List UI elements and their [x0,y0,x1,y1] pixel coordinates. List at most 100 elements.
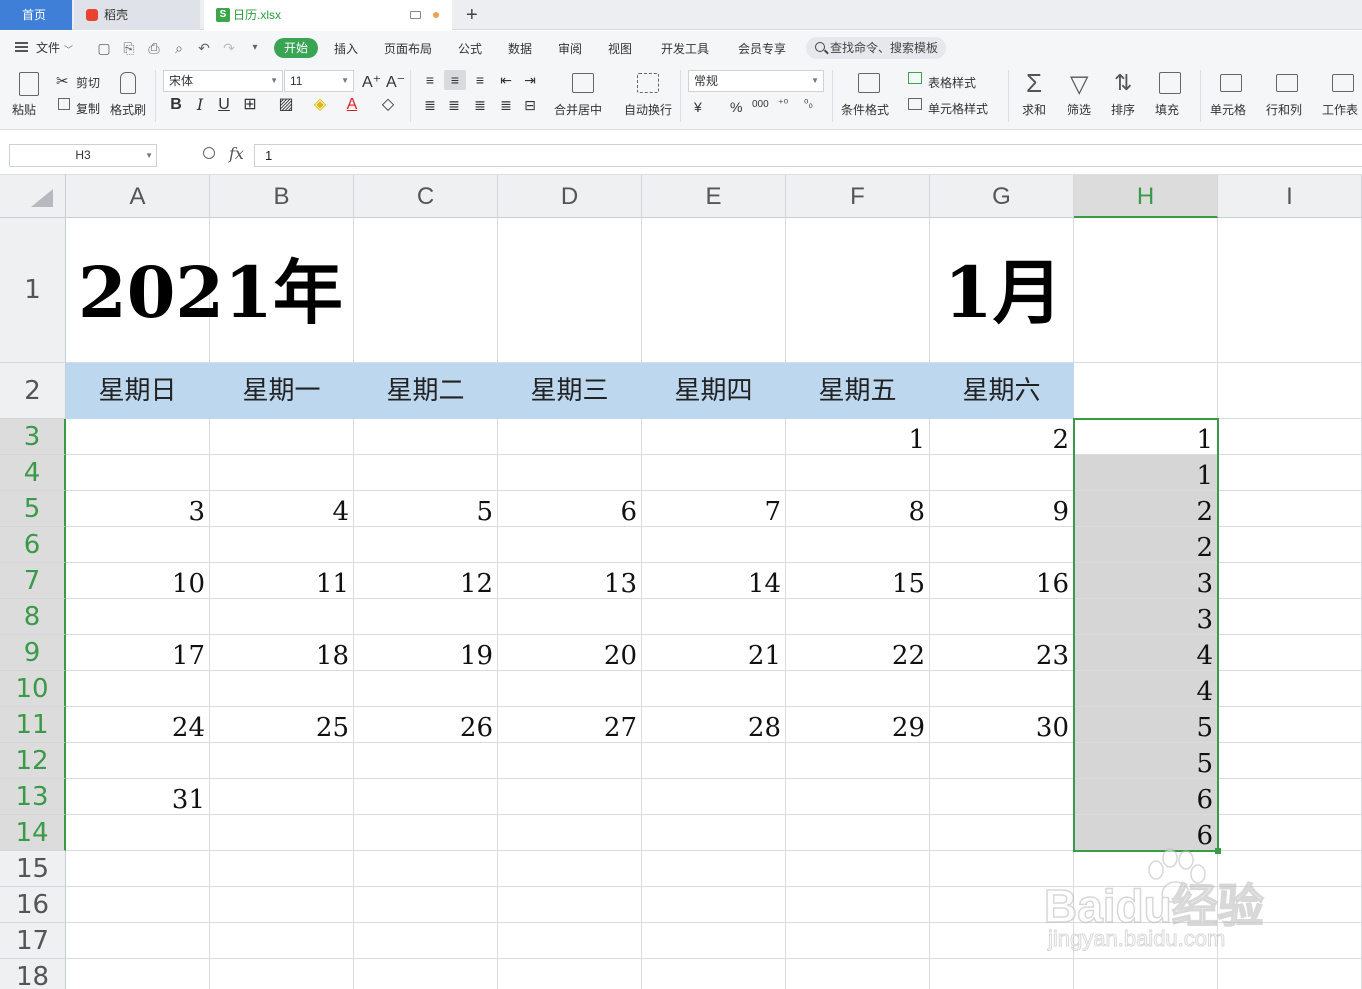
cell-b12[interactable] [210,743,354,779]
cell-h9-value[interactable]: 4 [1074,635,1218,671]
redo-icon[interactable]: ↷ [221,40,237,56]
row-header-15[interactable]: 15 [0,851,66,887]
sum-icon[interactable]: Σ [1026,68,1042,99]
column-header-e[interactable]: E [642,175,786,218]
cell-c14[interactable] [354,815,498,851]
cell-g14[interactable] [930,815,1074,851]
menu-page-layout[interactable]: 页面布局 [384,40,432,58]
row-header-14[interactable]: 14 [0,815,66,851]
day-12[interactable]: 12 [354,563,498,599]
cell-b18[interactable] [210,959,354,989]
tab-calendar-file[interactable]: S 日历.xlsx [204,0,452,30]
cell-d14[interactable] [498,815,642,851]
row-header-6[interactable]: 6 [0,527,66,563]
insert-function-button[interactable]: fx [229,144,244,163]
worksheet-icon[interactable] [1332,74,1354,92]
cell-style-button[interactable]: 单元格样式 [928,100,988,117]
cell-i8[interactable] [1218,599,1362,635]
undo-icon[interactable]: ↶ [196,40,212,56]
cell-f16[interactable] [786,887,930,923]
decrease-decimal-icon[interactable]: ⁰₀ [804,97,813,110]
cell-h3-value[interactable]: 1 [1074,419,1218,455]
font-color-icon[interactable]: A [342,95,362,115]
cell-i5[interactable] [1218,491,1362,527]
cell-i2[interactable] [1218,363,1362,419]
cell-c12[interactable] [354,743,498,779]
italic-button[interactable]: I [190,95,210,115]
align-middle-icon[interactable]: ≡ [444,70,466,90]
cell-i7[interactable] [1218,563,1362,599]
column-header-b[interactable]: B [210,175,354,218]
filter-button[interactable]: 筛选 [1067,101,1091,118]
cell-h2[interactable] [1074,363,1218,419]
save-icon[interactable]: ▢ [96,40,112,56]
cell-f8[interactable] [786,599,930,635]
table-style-icon[interactable] [908,72,922,84]
cell-b17[interactable] [210,923,354,959]
new-tab-button[interactable]: + [466,2,478,28]
cell-e12[interactable] [642,743,786,779]
cell-a17[interactable] [66,923,210,959]
underline-button[interactable]: U [214,95,234,115]
cell-b10[interactable] [210,671,354,707]
increase-indent-icon[interactable]: ⇥ [520,70,540,90]
cell-d12[interactable] [498,743,642,779]
cell-e1[interactable] [642,218,786,363]
fill-color-icon[interactable]: ◈ [310,95,330,115]
cell-c10[interactable] [354,671,498,707]
menu-member[interactable]: 会员专享 [738,40,786,58]
export-icon[interactable]: ⎘ [121,40,137,56]
cell-i13[interactable] [1218,779,1362,815]
cell-g12[interactable] [930,743,1074,779]
cell-c6[interactable] [354,527,498,563]
paste-icon[interactable] [19,72,39,96]
cell-h13-value[interactable]: 6 [1074,779,1218,815]
cell-a15[interactable] [66,851,210,887]
cell-h7-value[interactable]: 3 [1074,563,1218,599]
menu-insert[interactable]: 插入 [334,40,358,58]
cell-c1[interactable] [354,218,498,363]
cell-f13[interactable] [786,779,930,815]
row-header-9[interactable]: 9 [0,635,66,671]
table-style-button[interactable]: 表格样式 [928,74,976,91]
font-size-select[interactable]: 11 ▼ [284,70,354,92]
conditional-format-button[interactable]: 条件格式 [841,101,889,118]
cell-d1[interactable] [498,218,642,363]
cell-d16[interactable] [498,887,642,923]
cell-b13[interactable] [210,779,354,815]
menu-data[interactable]: 数据 [508,40,532,58]
row-header-4[interactable]: 4 [0,455,66,491]
font-shrink-button[interactable]: A⁻ [386,72,405,92]
menu-review[interactable]: 审阅 [558,40,582,58]
cell-e17[interactable] [642,923,786,959]
menu-formulas[interactable]: 公式 [458,40,482,58]
fill-pattern-icon[interactable]: ▨ [276,95,296,115]
cell-d10[interactable] [498,671,642,707]
day-15[interactable]: 15 [786,563,930,599]
cell-d18[interactable] [498,959,642,989]
cell-b16[interactable] [210,887,354,923]
cell-h6-value[interactable]: 2 [1074,527,1218,563]
cell-i9[interactable] [1218,635,1362,671]
cell-e6[interactable] [642,527,786,563]
cell-button[interactable]: 单元格 [1210,101,1246,118]
align-center-icon[interactable]: ≣ [444,95,464,115]
sort-icon[interactable]: ⇅ [1114,70,1132,96]
day-17[interactable]: 17 [66,635,210,671]
cell-e16[interactable] [642,887,786,923]
cell-a14[interactable] [66,815,210,851]
cell-h10-value[interactable]: 4 [1074,671,1218,707]
currency-button[interactable]: ¥ [694,99,702,115]
cell-f6[interactable] [786,527,930,563]
cell-g6[interactable] [930,527,1074,563]
cell-e13[interactable] [642,779,786,815]
number-format-select[interactable]: 常规 ▼ [688,70,824,92]
row-header-10[interactable]: 10 [0,671,66,707]
zoom-icon[interactable] [203,147,215,159]
tab-home[interactable]: 首页 [0,0,72,30]
day-19[interactable]: 19 [354,635,498,671]
cell-f1[interactable] [786,218,930,363]
cell-a12[interactable] [66,743,210,779]
row-header-11[interactable]: 11 [0,707,66,743]
worksheet-button[interactable]: 工作表 [1322,101,1358,118]
